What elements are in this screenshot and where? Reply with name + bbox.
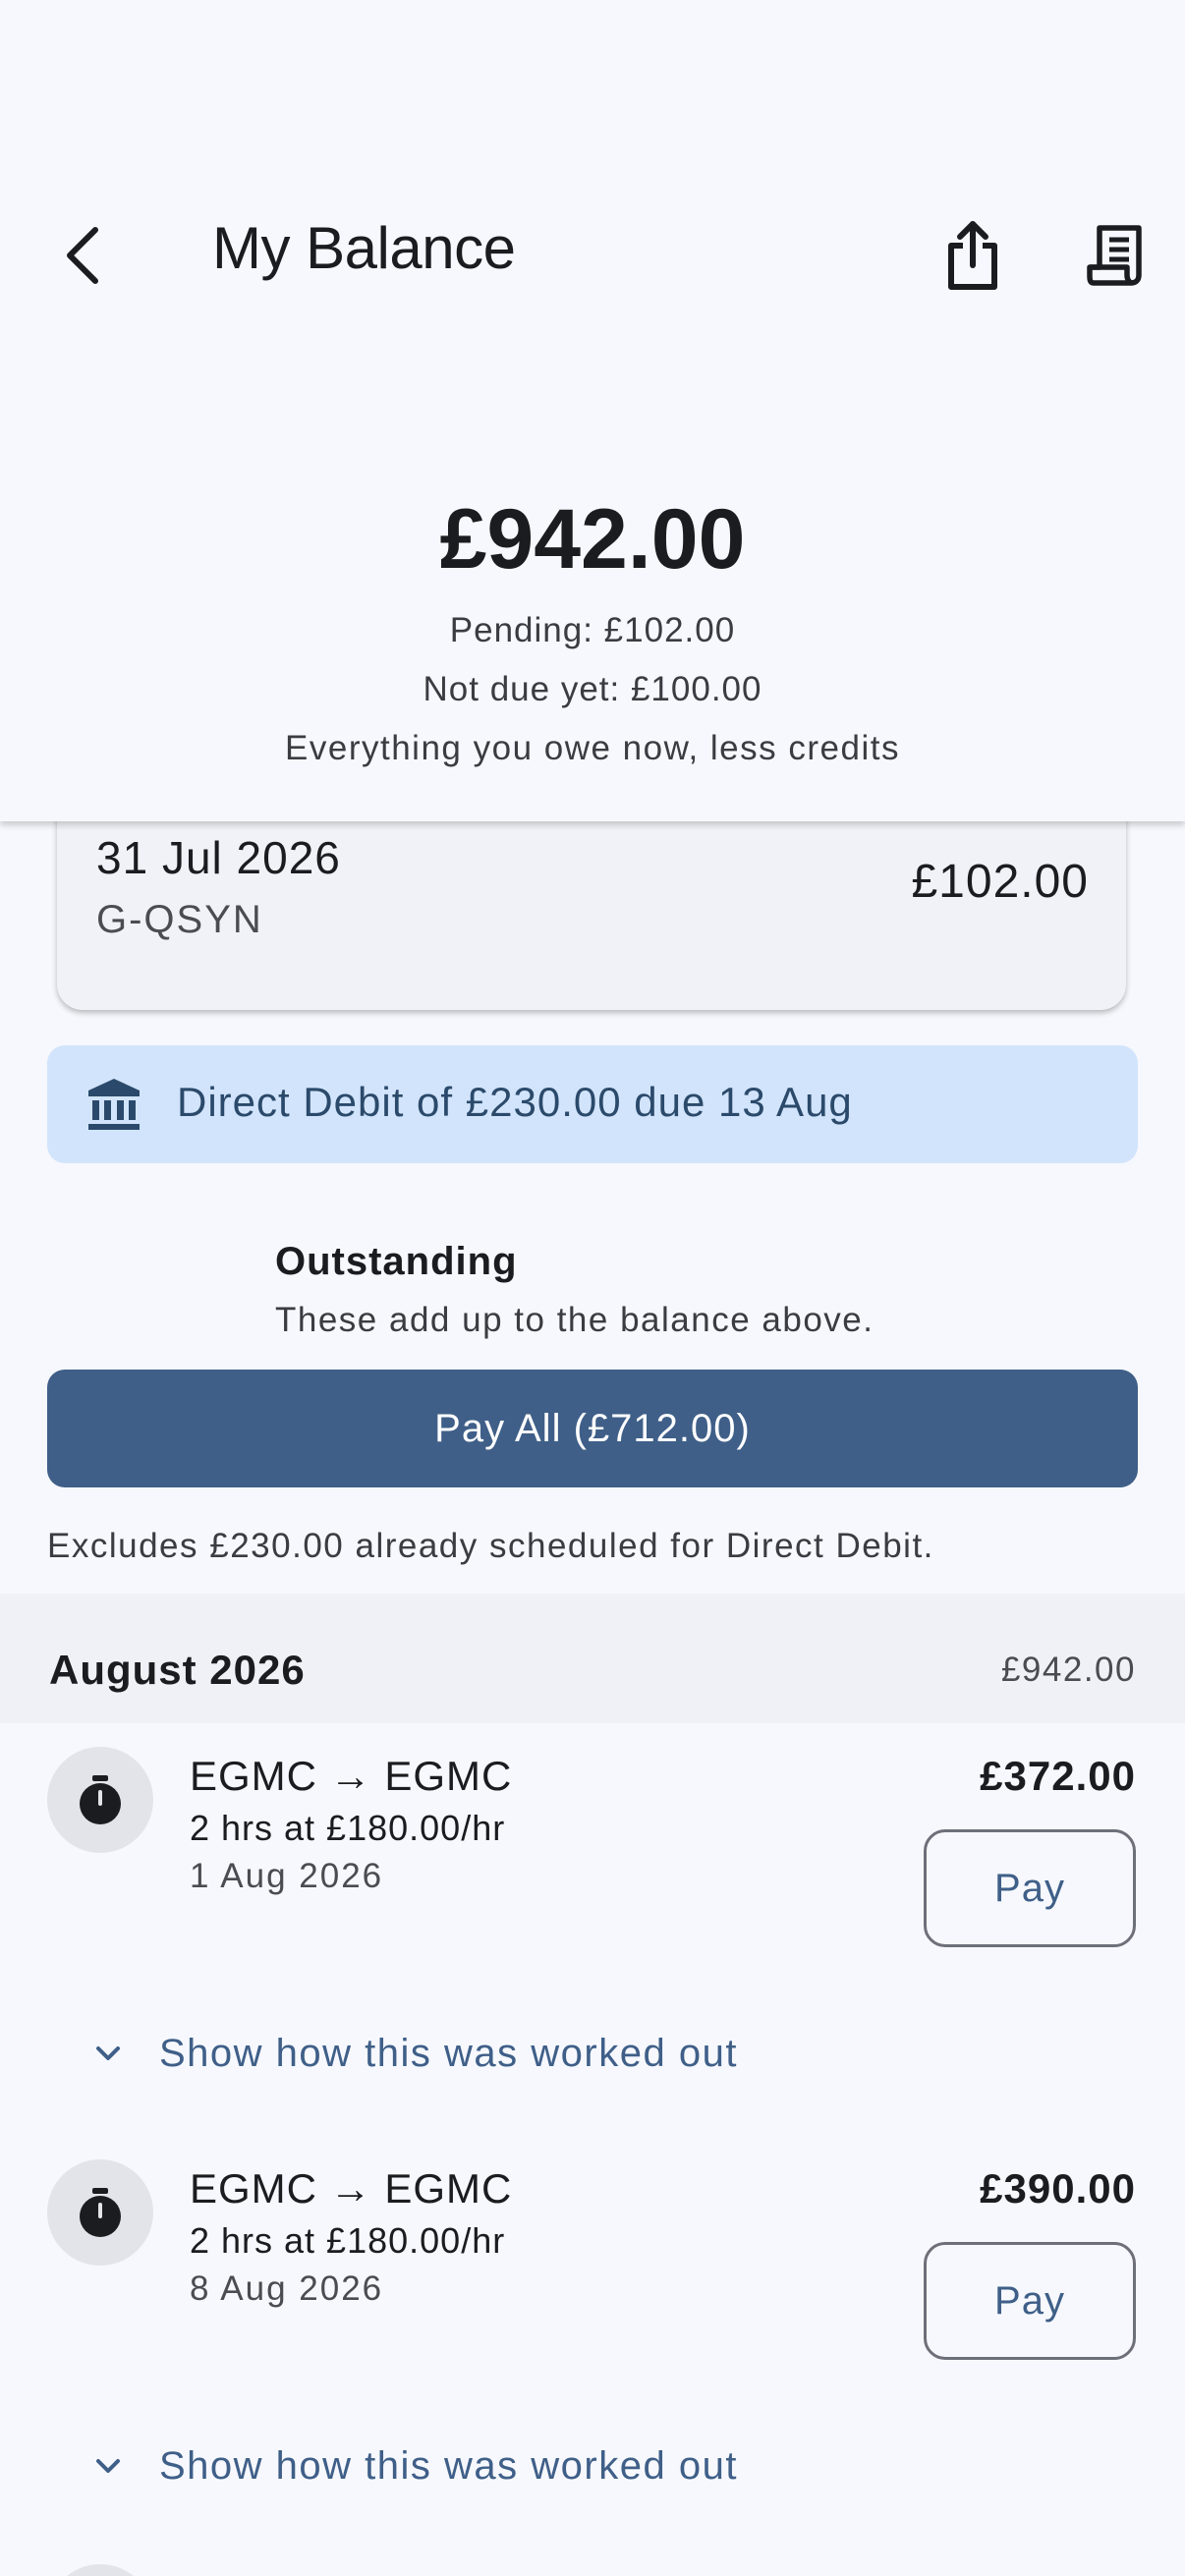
transaction-route: EGMC → EGMC [190,2165,513,2212]
page-title: My Balance [212,215,516,281]
transaction-icon-badge [47,2564,153,2576]
not-due-amount: Not due yet: £100.00 [423,670,762,708]
pay-button[interactable]: Pay [924,1829,1136,1947]
show-calculation-toggle[interactable]: Show how this was worked out [88,2032,738,2076]
transaction-icon-badge [47,1747,153,1853]
transaction-amount: £390.00 [980,2165,1136,2212]
month-label: August 2026 [49,1647,306,1693]
transaction-rate: 2 hrs at £180.00/hr [190,2220,506,2261]
show-calculation-toggle[interactable]: Show how this was worked out [88,2444,738,2489]
show-calculation-label: Show how this was worked out [159,2444,738,2488]
transaction-icon-badge [47,2159,153,2266]
transaction-date: 8 Aug 2026 [190,2269,384,2308]
direct-debit-text: Direct Debit of £230.00 due 13 Aug [177,1079,853,1125]
chevron-down-icon [96,2045,120,2060]
back-arrow-icon [67,227,98,284]
stopwatch-icon [80,2188,121,2237]
transaction-rate: 2 hrs at £180.00/hr [190,1808,506,1848]
chevron-down-icon [96,2458,120,2473]
receipt-icon [1087,225,1142,286]
balance-explanation: Everything you owe now, less credits [285,729,900,767]
pending-amount: Pending: £102.00 [449,611,736,649]
pay-all-button[interactable]: Pay All (£712.00) [47,1370,1138,1487]
outstanding-title: Outstanding [275,1240,518,1283]
pending-charge-amount: £102.00 [911,856,1089,908]
transaction-date: 1 Aug 2026 [190,1857,384,1895]
outstanding-subtitle: These add up to the balance above. [275,1301,875,1339]
pay-button[interactable]: Pay [924,2242,1136,2360]
pending-charge-date: 31 Jul 2026 [96,832,341,883]
balance-header: My Balance £942.00 Pending: £102.00 Not … [0,0,1185,821]
transaction-amount: £372.00 [980,1753,1136,1799]
bank-icon [88,1079,140,1130]
balance-amount: £942.00 [439,492,746,587]
stopwatch-icon [80,1775,121,1824]
show-calculation-label: Show how this was worked out [159,2032,738,2075]
transaction-route: EGMC → EGMC [190,1753,513,1799]
month-total: £942.00 [1000,1651,1136,1689]
pending-charge-registration: G-QSYN [96,898,263,941]
share-button[interactable] [933,206,1012,305]
statement-button[interactable] [1071,206,1159,305]
excludes-note: Excludes £230.00 already scheduled for D… [47,1527,934,1565]
share-icon [948,221,997,290]
back-button[interactable] [47,206,116,305]
